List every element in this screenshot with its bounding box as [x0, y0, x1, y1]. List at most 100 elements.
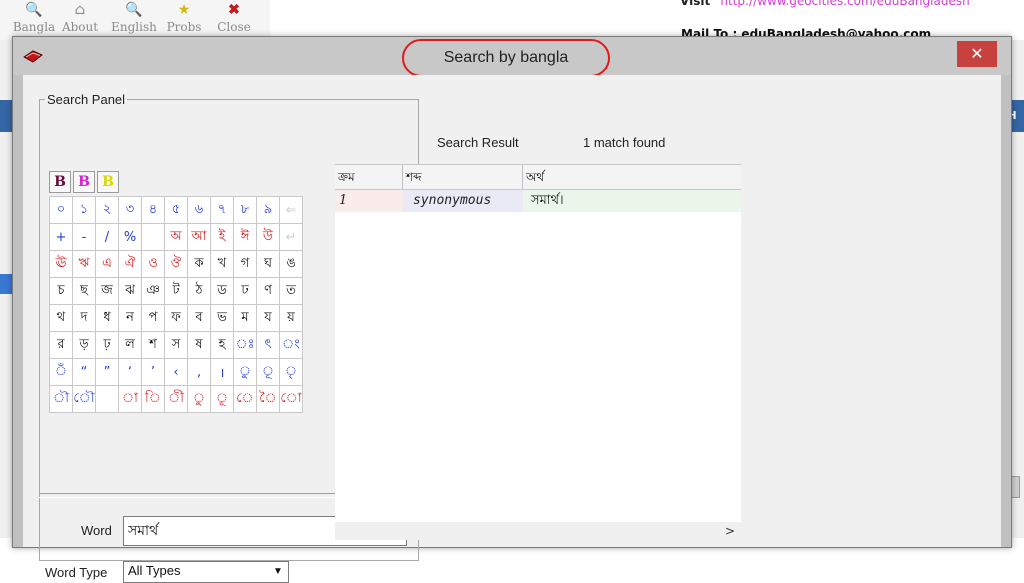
style-button-yellow[interactable]: B [97, 171, 119, 193]
keyboard-key[interactable]: ৌ [72, 385, 96, 413]
keyboard-key[interactable]: ‘ [118, 358, 142, 386]
keyboard-key[interactable]: উ [256, 223, 280, 251]
toolbar-about-button[interactable]: ⌂ About [54, 0, 106, 40]
column-header-meaning[interactable]: অর্থ [523, 165, 741, 189]
chevron-down-icon[interactable]: ▼ [270, 564, 286, 580]
keyboard-key[interactable]: ৃ [279, 358, 303, 386]
keyboard-key[interactable]: ি [141, 385, 165, 413]
keyboard-key[interactable]: ৬ [187, 196, 211, 224]
keyboard-key[interactable]: । [210, 358, 234, 386]
keyboard-key[interactable]: ো [279, 385, 303, 413]
keyboard-key[interactable]: ু [233, 358, 257, 386]
keyboard-key[interactable]: ২ [95, 196, 119, 224]
keyboard-key[interactable]: প [141, 304, 165, 332]
toolbar-probs-button[interactable]: ★ Probs [158, 0, 210, 40]
keyboard-key[interactable]: ঘ [256, 250, 280, 278]
keyboard-key[interactable]: ৈ [256, 385, 280, 413]
keyboard-key[interactable]: ’ [141, 358, 165, 386]
word-type-select[interactable]: All Types ▼ [123, 561, 289, 583]
keyboard-key[interactable]: % [118, 223, 142, 251]
keyboard-key[interactable]: ঢ [233, 277, 257, 305]
keyboard-key[interactable]: ৩ [118, 196, 142, 224]
keyboard-key[interactable]: য় [279, 304, 303, 332]
keyboard-key[interactable]: ঢ় [95, 331, 119, 359]
toolbar-bangla-button[interactable]: 🔍 Bangla [8, 0, 60, 40]
keyboard-key[interactable]: ঞ [141, 277, 165, 305]
keyboard-key[interactable]: ড় [72, 331, 96, 359]
keyboard-key[interactable]: থ [49, 304, 73, 332]
keyboard-key[interactable]: ” [95, 358, 119, 386]
keyboard-key[interactable]: শ [141, 331, 165, 359]
keyboard-key[interactable]: ৪ [141, 196, 165, 224]
keyboard-key[interactable]: ‚ [187, 358, 211, 386]
chevron-right-icon[interactable]: > [723, 522, 737, 540]
keyboard-key[interactable]: ে [233, 385, 257, 413]
keyboard-key[interactable]: / [95, 223, 119, 251]
keyboard-key[interactable]: ঋ [72, 250, 96, 278]
keyboard-key[interactable]: ০ [49, 196, 73, 224]
keyboard-key[interactable]: ফ [164, 304, 188, 332]
keyboard-key[interactable]: ঠ [187, 277, 211, 305]
keyboard-key[interactable]: ঁ [49, 358, 73, 386]
keyboard-key[interactable]: ূ [210, 385, 234, 413]
keyboard-key[interactable]: ধ [95, 304, 119, 332]
keyboard-key[interactable]: ও [141, 250, 165, 278]
keyboard-key[interactable]: ভ [210, 304, 234, 332]
keyboard-key[interactable]: ছ [72, 277, 96, 305]
keyboard-key[interactable]: + [49, 223, 73, 251]
keyboard-key[interactable]: ত [279, 277, 303, 305]
keyboard-key[interactable]: ঙ [279, 250, 303, 278]
keyboard-key[interactable]: “ [72, 358, 96, 386]
toolbar-english-button[interactable]: 🔍 English [108, 0, 160, 40]
keyboard-key[interactable]: স [164, 331, 188, 359]
keyboard-key[interactable]: ঊ [49, 250, 73, 278]
table-row[interactable]: 1 synonymous সমার্থ। [335, 190, 741, 212]
column-header-serial[interactable]: ক্রম [335, 165, 403, 189]
keyboard-key[interactable]: ল [118, 331, 142, 359]
keyboard-key[interactable]: জ [95, 277, 119, 305]
keyboard-key[interactable]: অ [164, 223, 188, 251]
keyboard-key[interactable]: ম [233, 304, 257, 332]
keyboard-key[interactable]: ঐ [118, 250, 142, 278]
keyboard-key[interactable]: ৯ [256, 196, 280, 224]
keyboard-key[interactable]: হ [210, 331, 234, 359]
keyboard-key[interactable]: ঈ [233, 223, 257, 251]
keyboard-key[interactable]: য [256, 304, 280, 332]
keyboard-key[interactable]: ⇐ [279, 196, 303, 224]
keyboard-key[interactable]: ১ [72, 196, 96, 224]
keyboard-key[interactable]: ৭ [210, 196, 234, 224]
keyboard-key[interactable]: া [118, 385, 142, 413]
keyboard-key[interactable] [141, 223, 165, 251]
keyboard-key[interactable]: খ [210, 250, 234, 278]
keyboard-key[interactable]: ূ [256, 358, 280, 386]
keyboard-key[interactable]: ‹ [164, 358, 188, 386]
keyboard-key[interactable]: এ [95, 250, 119, 278]
keyboard-key[interactable]: আ [187, 223, 211, 251]
keyboard-key[interactable]: ষ [187, 331, 211, 359]
dialog-titlebar[interactable]: Search by bangla ✕ [13, 37, 1011, 77]
close-button[interactable]: ✕ [957, 41, 997, 67]
keyboard-key[interactable]: র [49, 331, 73, 359]
keyboard-key[interactable]: ↵ [279, 223, 303, 251]
keyboard-key[interactable]: দ [72, 304, 96, 332]
keyboard-key[interactable]: ড [210, 277, 234, 305]
keyboard-key[interactable]: ঝ [118, 277, 142, 305]
keyboard-key[interactable]: ৗ [49, 385, 73, 413]
keyboard-key[interactable]: ৮ [233, 196, 257, 224]
keyboard-key[interactable]: ঔ [164, 250, 188, 278]
keyboard-key[interactable]: ক [187, 250, 211, 278]
keyboard-key[interactable]: ৎ [256, 331, 280, 359]
keyboard-key[interactable]: ী [164, 385, 188, 413]
style-button-bold[interactable]: B [49, 171, 71, 193]
keyboard-key[interactable]: ব [187, 304, 211, 332]
keyboard-key[interactable]: ু [187, 385, 211, 413]
keyboard-key[interactable]: ট [164, 277, 188, 305]
style-button-magenta[interactable]: B [73, 171, 95, 193]
keyboard-key[interactable]: ৫ [164, 196, 188, 224]
keyboard-key[interactable]: ই [210, 223, 234, 251]
keyboard-key[interactable]: গ [233, 250, 257, 278]
keyboard-key[interactable]: ন [118, 304, 142, 332]
toolbar-close-button[interactable]: ✖ Close [208, 0, 260, 40]
column-header-word[interactable]: শব্দ [403, 165, 523, 189]
keyboard-key[interactable]: ং [279, 331, 303, 359]
